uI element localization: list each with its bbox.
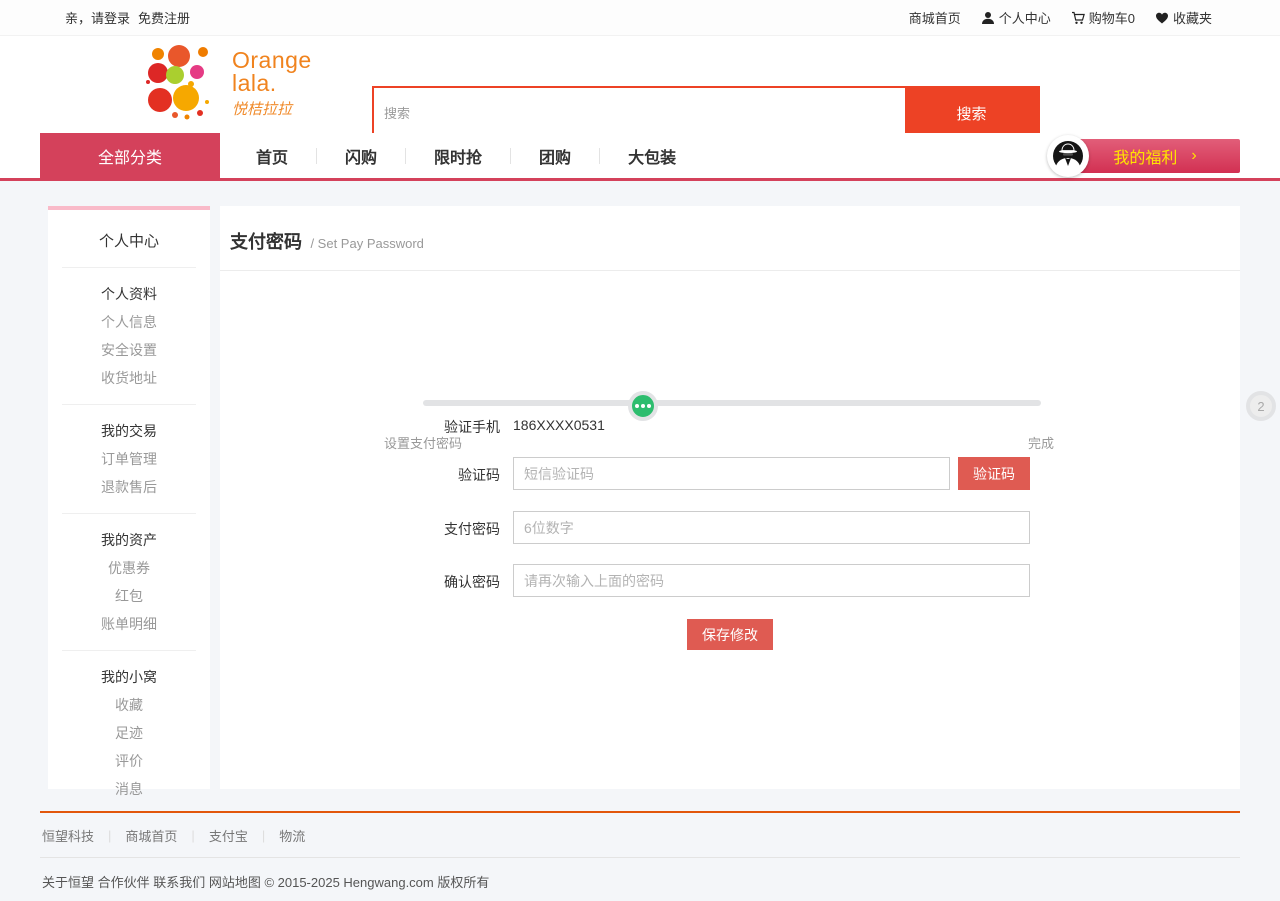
- topbar-link-favorites[interactable]: 收藏夹: [1155, 8, 1212, 27]
- cart-icon: [1071, 11, 1085, 25]
- pay-password-form: 验证手机 186XXXX0531 验证码 验证码 支付密码 确认密码 保存修改: [220, 206, 1240, 789]
- nav-menu: 首页 闪购 限时抢 团购 大包装: [228, 133, 704, 178]
- sidebar-header-my-nest[interactable]: 我的小窝: [48, 663, 210, 691]
- topbar-login-area: 亲，请登录 免费注册: [65, 8, 190, 27]
- sidebar-item-favorites[interactable]: 收藏: [48, 691, 210, 719]
- confirm-password-input[interactable]: [513, 564, 1030, 597]
- footer-separator: |: [191, 828, 194, 843]
- logo-text: Orange lala. 悦桔拉拉: [232, 49, 312, 119]
- topbar-link-personal-center[interactable]: 个人中心: [981, 8, 1051, 27]
- pay-password-label: 支付密码: [420, 519, 500, 539]
- register-link[interactable]: 免费注册: [138, 8, 190, 27]
- topbar-link-cart[interactable]: 购物车0: [1071, 8, 1135, 27]
- sidebar-item-security-settings[interactable]: 安全设置: [48, 336, 210, 364]
- search-input[interactable]: [374, 88, 905, 139]
- footer-link-alipay[interactable]: 支付宝: [209, 826, 248, 845]
- sidebar-header-assets[interactable]: 我的资产: [48, 526, 210, 554]
- main-panel: 支付密码 / Set Pay Password 2 设置支付密码 完成 验证手机…: [220, 206, 1240, 789]
- main-nav: 全部分类 首页 闪购 限时抢 团购 大包装 我的福利 ›: [0, 133, 1280, 181]
- sidebar-item-personal-info[interactable]: 个人信息: [48, 308, 210, 336]
- user-icon: [981, 11, 995, 25]
- step-circle-pending: 2: [1246, 391, 1276, 421]
- logo-subtitle: 悦桔拉拉: [232, 98, 312, 119]
- sidebar-item-red-packets[interactable]: 红包: [48, 582, 210, 610]
- footer-links: 恒望科技 | 商城首页 | 支付宝 | 物流: [40, 813, 1240, 858]
- footer-separator: |: [108, 828, 111, 843]
- topbar: 亲，请登录 免费注册 商城首页 个人中心 购物车0 收藏夹: [0, 0, 1280, 36]
- save-button[interactable]: 保存修改: [687, 619, 773, 650]
- footer-link-logistics[interactable]: 物流: [279, 826, 305, 845]
- sidebar-item-coupons[interactable]: 优惠券: [48, 554, 210, 582]
- logo-bubbles-icon: [146, 42, 220, 125]
- sidebar-item-messages[interactable]: 消息: [48, 775, 210, 803]
- sidebar-item-shipping-address[interactable]: 收货地址: [48, 364, 210, 392]
- nav-item-limited-time[interactable]: 限时抢: [406, 144, 510, 168]
- content-area: 个人中心 个人资料 个人信息 安全设置 收货地址 我的交易 订单管理 退款售后 …: [0, 181, 1280, 811]
- sidebar-section-my-nest: 我的小窝 收藏 足迹 评价 消息: [48, 651, 210, 815]
- my-benefits-button[interactable]: 我的福利 ›: [1070, 139, 1240, 173]
- sidebar-title-personal-center[interactable]: 个人中心: [48, 210, 210, 267]
- phone-value: 186XXXX0531: [513, 417, 605, 433]
- sidebar-item-order-management[interactable]: 订单管理: [48, 445, 210, 473]
- sidebar-header-transactions[interactable]: 我的交易: [48, 417, 210, 445]
- sidebar: 个人中心 个人资料 个人信息 安全设置 收货地址 我的交易 订单管理 退款售后 …: [48, 206, 210, 789]
- pay-password-input[interactable]: [513, 511, 1030, 544]
- sidebar-section-profile: 个人资料 个人信息 安全设置 收货地址: [48, 268, 210, 404]
- sidebar-section-transactions: 我的交易 订单管理 退款售后: [48, 405, 210, 513]
- get-code-button[interactable]: 验证码: [958, 457, 1030, 490]
- phone-label: 验证手机: [420, 417, 500, 437]
- footer-separator: |: [262, 828, 265, 843]
- nav-item-flash-sale[interactable]: 闪购: [317, 144, 405, 168]
- logo[interactable]: Orange lala. 悦桔拉拉: [146, 42, 312, 125]
- logo-line2: lala.: [232, 72, 312, 95]
- search-button[interactable]: 搜索: [905, 88, 1038, 139]
- login-link[interactable]: 亲，请登录: [65, 8, 130, 27]
- avatar[interactable]: [1047, 135, 1089, 177]
- footer-inner: 恒望科技 | 商城首页 | 支付宝 | 物流 关于恒望 合作伙伴 联系我们 网站…: [40, 811, 1240, 891]
- logo-line1: Orange: [232, 49, 312, 72]
- copyright-text: 关于恒望 合作伙伴 联系我们 网站地图 © 2015-2025 Hengwang…: [40, 858, 1240, 891]
- nav-item-home[interactable]: 首页: [228, 144, 316, 168]
- site-header: Orange lala. 悦桔拉拉 搜索: [0, 36, 1280, 133]
- all-categories-button[interactable]: 全部分类: [40, 133, 220, 178]
- nav-item-group-buy[interactable]: 团购: [511, 144, 599, 168]
- chevron-right-icon: ›: [1191, 147, 1196, 165]
- sidebar-item-refund-aftersale[interactable]: 退款售后: [48, 473, 210, 501]
- sms-code-input[interactable]: [513, 457, 950, 490]
- sidebar-item-reviews[interactable]: 评价: [48, 747, 210, 775]
- topbar-link-mall-home[interactable]: 商城首页: [909, 8, 961, 27]
- sidebar-header-profile[interactable]: 个人资料: [48, 280, 210, 308]
- heart-icon: [1155, 11, 1169, 25]
- code-label: 验证码: [420, 465, 500, 485]
- sidebar-item-footprints[interactable]: 足迹: [48, 719, 210, 747]
- footer-link-mall-home[interactable]: 商城首页: [125, 826, 177, 845]
- sidebar-section-assets: 我的资产 优惠券 红包 账单明细: [48, 514, 210, 650]
- footer: 恒望科技 | 商城首页 | 支付宝 | 物流 关于恒望 合作伙伴 联系我们 网站…: [0, 811, 1280, 900]
- sidebar-item-bill-details[interactable]: 账单明细: [48, 610, 210, 638]
- topbar-links: 商城首页 个人中心 购物车0 收藏夹: [909, 8, 1212, 27]
- benefits-area: 我的福利 ›: [1047, 139, 1240, 173]
- nav-item-bulk-pack[interactable]: 大包装: [600, 144, 704, 168]
- confirm-password-label: 确认密码: [420, 572, 500, 592]
- footer-link-hengwang-tech[interactable]: 恒望科技: [42, 826, 94, 845]
